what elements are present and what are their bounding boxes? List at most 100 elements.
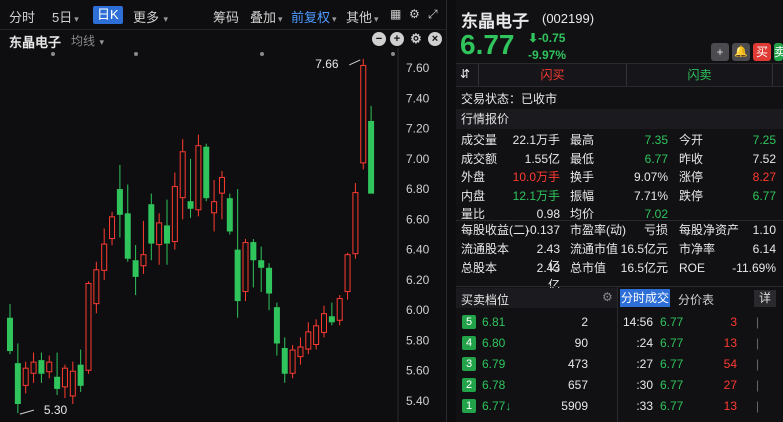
- tick-flag: |: [756, 378, 760, 392]
- stat-label: 成交量: [461, 133, 498, 147]
- candle-body: [258, 260, 265, 268]
- candle-body: [368, 120, 375, 194]
- stat-label: 换手: [570, 170, 595, 184]
- tab-daily-k[interactable]: 日K: [93, 6, 123, 24]
- fund-value: 2.43亿: [536, 261, 560, 292]
- stat-value: 6.77: [644, 151, 668, 166]
- stat-value: 7.25: [752, 133, 776, 147]
- sort-icon[interactable]: ⇵: [460, 67, 470, 81]
- tick-flag: |: [756, 399, 760, 413]
- overlay-button[interactable]: 叠加 ▾: [250, 7, 283, 26]
- candle-body: [61, 367, 68, 388]
- candlestick-chart[interactable]: 7.60 7.40 7.20 7.00 6.80 6.60 6.40 6.20 6.00 5.80…: [0, 48, 447, 422]
- candle-body: [164, 225, 170, 244]
- candle-body: [289, 349, 296, 374]
- stat-value: 6.77: [752, 188, 776, 203]
- buy-button[interactable]: 买: [753, 43, 771, 61]
- stat-value: 12.1万手: [512, 188, 560, 203]
- sell-button[interactable]: 卖: [774, 43, 783, 61]
- minus-icon[interactable]: −: [372, 32, 386, 46]
- candle-body: [352, 192, 359, 255]
- divider: [456, 286, 783, 287]
- level-number: 5: [462, 315, 476, 329]
- y-tick-label: 6.20: [406, 273, 430, 287]
- add-watchlist-button[interactable]: +: [711, 43, 729, 61]
- stat-value: 1.55亿: [524, 151, 560, 166]
- level-number: 3: [462, 357, 476, 371]
- level-price: 6.80: [482, 336, 506, 350]
- stat-value: 10.0万手: [512, 170, 560, 184]
- candle-body: [344, 254, 351, 293]
- candle-body: [85, 282, 92, 371]
- expand-icon[interactable]: ⤢: [428, 7, 438, 22]
- stat-value: 8.27: [752, 170, 776, 184]
- level-volume: 5909: [561, 399, 588, 413]
- chevron-down-icon: ▾: [97, 37, 105, 47]
- candle-body: [336, 298, 343, 321]
- fund-label: 每股收益(二): [461, 223, 529, 237]
- plus-icon[interactable]: +: [390, 32, 404, 46]
- tab-intraday[interactable]: 分时: [9, 7, 35, 26]
- ma-indicator[interactable]: 均线 ▾: [71, 32, 104, 49]
- y-tick-label: 5.60: [406, 364, 430, 378]
- candle-body: [124, 213, 131, 259]
- candle-body: [156, 222, 163, 246]
- tick-price: 6.77: [660, 357, 684, 371]
- tab-more[interactable]: 更多 ▾: [133, 7, 168, 26]
- section-quote-header: 行情报价: [456, 109, 783, 129]
- candle-body: [46, 361, 53, 373]
- candle-body: [211, 201, 218, 214]
- stat-value: 7.71%: [633, 188, 668, 203]
- candle-body: [30, 361, 37, 374]
- candle-body: [250, 242, 257, 261]
- low-price-label: 5.30: [44, 403, 68, 417]
- y-tick-label: 6.60: [406, 212, 430, 226]
- detail-button[interactable]: 详: [754, 290, 776, 307]
- tick-flag: |: [756, 315, 760, 329]
- fund-value: -0.137: [526, 223, 561, 237]
- y-tick-label: 7.20: [406, 122, 430, 136]
- candle-body: [328, 316, 335, 323]
- tab-price-table[interactable]: 分价表: [678, 291, 714, 308]
- candle-body: [321, 313, 327, 333]
- level-price: 6.78: [482, 378, 506, 392]
- y-tick-label: 6.40: [406, 243, 430, 257]
- chips-button[interactable]: 筹码: [213, 7, 239, 26]
- adjust-button[interactable]: 前复权 ▾: [291, 7, 337, 26]
- fund-label: ROE: [679, 261, 706, 275]
- settings-icon[interactable]: ⚙: [409, 7, 420, 21]
- settings-icon[interactable]: ⚙: [409, 32, 423, 46]
- fund-value: 2.43亿: [536, 242, 560, 273]
- fund-label: 总股本: [461, 261, 498, 275]
- tick-price: 6.77: [660, 399, 684, 413]
- fund-value: -11.69%: [732, 261, 776, 275]
- stat-label: 内盘: [461, 188, 486, 203]
- flash-sell-tab[interactable]: 闪卖: [627, 64, 773, 86]
- settings-icon[interactable]: ⚙: [602, 290, 613, 304]
- level-number: 1: [462, 399, 476, 413]
- close-icon[interactable]: ×: [428, 32, 442, 46]
- candle-body: [7, 317, 13, 352]
- flash-trade-bar: ⇵ 闪买 闪卖: [456, 64, 783, 86]
- trade-status: 交易状态：已收市: [461, 92, 558, 106]
- tick-flag: |: [756, 357, 760, 371]
- tab-5day[interactable]: 5日 ▾: [52, 7, 79, 26]
- divider: [456, 86, 783, 87]
- stat-value: 7.35: [644, 133, 668, 147]
- other-button[interactable]: 其他 ▾: [346, 7, 379, 26]
- candle-body: [266, 267, 273, 294]
- candle-body: [148, 204, 155, 244]
- low-pointer: [19, 409, 34, 415]
- fund-label: 市净率: [679, 242, 716, 256]
- stat-value: 22.1万手: [512, 133, 560, 147]
- flash-buy-tab[interactable]: 闪买: [478, 64, 627, 86]
- candle-body: [203, 146, 210, 199]
- candle-body: [195, 145, 202, 211]
- tick-time: 14:56: [622, 315, 653, 329]
- tab-tick-trades[interactable]: 分时成交: [620, 289, 670, 307]
- level-number: 2: [462, 378, 476, 392]
- candle-body: [54, 376, 61, 389]
- alert-bell-icon[interactable]: 🔔: [732, 43, 750, 61]
- tick-time: :24: [636, 336, 653, 350]
- grid-icon[interactable]: ▦: [390, 7, 401, 21]
